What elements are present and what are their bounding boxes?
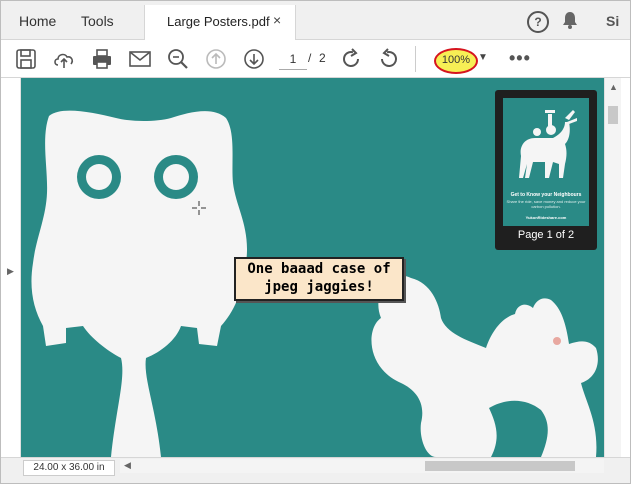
page-number-input[interactable] [279,49,307,70]
notification-bell-icon[interactable] [562,11,578,34]
next-page-icon[interactable] [242,47,266,71]
moose-artwork-icon [519,110,577,178]
tab-bar: Home Tools Large Posters.pdf × ? Si [1,1,630,40]
tab-home[interactable]: Home [19,13,56,29]
callout-line-2: jpeg jaggies! [264,279,374,295]
previous-page-icon[interactable] [204,47,228,71]
rotate-clockwise-icon[interactable] [339,47,363,71]
upload-cloud-icon[interactable] [52,47,76,71]
thumbnail-caption: Page 1 of 2 [517,229,575,241]
vertical-scrollbar[interactable]: ▲ [604,78,621,457]
status-bar: 24.00 x 36.00 in ◀ [1,457,630,483]
document-tab-label: Large Posters.pdf [167,14,270,29]
tab-tools[interactable]: Tools [81,13,114,29]
callout-line-1: One baaad case of [247,261,391,277]
zoom-level-field[interactable]: 100% [434,48,478,74]
help-icon[interactable]: ? [527,11,549,33]
zoom-level-value: 100% [441,54,471,66]
rotate-counterclockwise-icon[interactable] [377,47,401,71]
acrobat-window: Home Tools Large Posters.pdf × ? Si 1 / … [0,0,631,484]
thumbnail-url: YukonRideshare.com [525,215,567,220]
thumbnail-headline: Get to Know your Neighbours [510,192,582,198]
toolbar-divider [415,46,416,72]
save-icon[interactable] [14,47,38,71]
scroll-left-icon[interactable]: ◀ [124,460,131,471]
zoom-dropdown-icon[interactable]: ▼ [478,52,488,63]
expand-panel-icon[interactable]: ▶ [7,266,14,277]
page-size-indicator: 24.00 x 36.00 in [23,460,115,476]
total-pages: 2 [319,51,326,65]
toolbar: / 2 100% ▼ ••• [1,40,630,78]
left-panel-toggle[interactable]: ▶ [1,78,21,457]
close-tab-icon[interactable]: × [273,12,281,28]
thumbnail-page: Get to Know your Neighbours Share the ri… [503,98,589,226]
page-separator: / [308,51,312,65]
print-icon[interactable] [90,47,114,71]
vertical-scroll-thumb[interactable] [608,106,618,124]
email-icon[interactable] [128,47,152,71]
scroll-up-icon[interactable]: ▲ [609,82,618,92]
tab-document[interactable]: Large Posters.pdf × [144,5,296,40]
annotation-callout: One baaad case of jpeg jaggies! [234,257,404,301]
zoom-search-icon[interactable] [166,47,190,71]
thumbnail-body: Share the ride, save money and reduce yo… [506,199,586,209]
horizontal-scrollbar[interactable]: ◀ [120,459,604,473]
crosshair-cursor-icon [192,201,206,215]
more-options-icon[interactable]: ••• [509,48,531,69]
page-thumbnail-preview[interactable]: Get to Know your Neighbours Share the ri… [495,90,597,250]
sign-in-button[interactable]: Si [606,13,619,29]
horizontal-scroll-thumb[interactable] [425,461,575,471]
